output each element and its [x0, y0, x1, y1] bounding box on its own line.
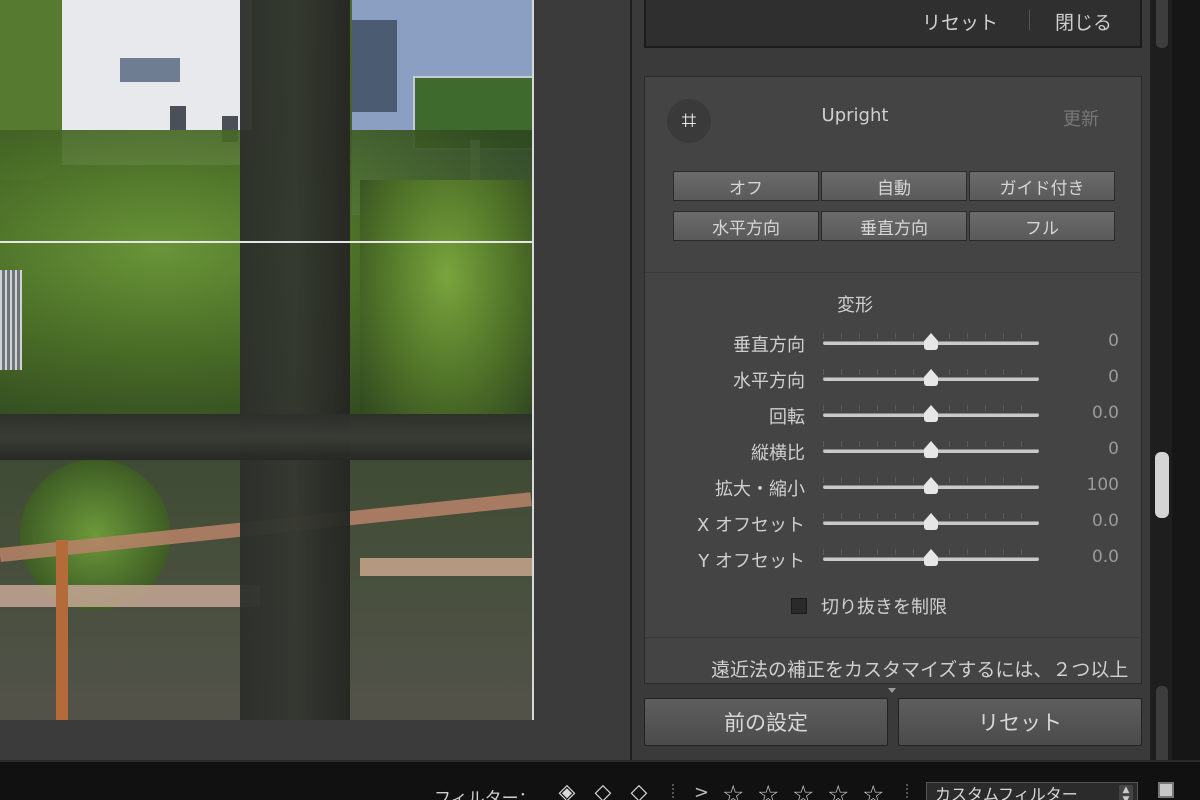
- chevron-down-icon[interactable]: [888, 688, 896, 693]
- scrollbar-track-segment: [1156, 0, 1168, 48]
- slider[interactable]: [823, 513, 1039, 531]
- star-icon[interactable]: ☆: [757, 780, 779, 800]
- window-edge: [1172, 0, 1200, 760]
- slider[interactable]: [823, 549, 1039, 567]
- slider-value[interactable]: 0: [1059, 439, 1119, 459]
- top-close-link[interactable]: 閉じる: [1055, 8, 1112, 35]
- slider-thumb[interactable]: [924, 333, 938, 351]
- upright-guided-button[interactable]: ガイド付き: [969, 171, 1115, 201]
- slider-label: 縦横比: [751, 443, 805, 464]
- crop-corner-handle[interactable]: [526, 712, 534, 720]
- transform-slider-row: Y オフセット 0.0: [645, 545, 1143, 572]
- scrollbar-track-segment: [1156, 686, 1168, 760]
- flag-pick-icon[interactable]: ◈: [556, 782, 578, 800]
- hint-text: 遠近法の補正をカスタマイズするには、２つ以上: [711, 659, 1129, 681]
- upright-title: Upright: [821, 105, 889, 126]
- constrain-crop-label: 切り抜きを制限: [821, 597, 947, 618]
- slider-label: 水平方向: [733, 371, 805, 392]
- update-button[interactable]: 更新: [1063, 105, 1099, 131]
- slider[interactable]: [823, 333, 1039, 351]
- transform-heading: 変形: [837, 295, 873, 316]
- filter-lock-icon[interactable]: [1158, 782, 1174, 798]
- slider-value[interactable]: 0.0: [1059, 403, 1119, 423]
- upright-mode-row-2: 水平方向 垂直方向 フル: [673, 211, 1115, 241]
- slider-label: 拡大・縮小: [715, 479, 805, 500]
- transform-slider-row: 回転 0.0: [645, 401, 1143, 428]
- transform-panel: ⌗ Upright 更新 オフ 自動 ガイド付き 水平方向 垂直方向 フル 変形…: [644, 76, 1143, 684]
- slider-thumb[interactable]: [924, 405, 938, 423]
- transform-slider-row: 垂直方向 0: [645, 329, 1143, 356]
- slider-thumb[interactable]: [924, 549, 938, 567]
- upright-mode-row-1: オフ 自動 ガイド付き: [673, 171, 1115, 201]
- constrain-crop-row[interactable]: 切り抜きを制限: [791, 595, 947, 618]
- divider: [906, 784, 908, 800]
- upright-auto-button[interactable]: 自動: [821, 171, 967, 201]
- crop-border: [0, 0, 534, 720]
- select-arrows-icon: ▲ ▼: [1119, 785, 1133, 800]
- rating-operator[interactable]: >: [694, 782, 709, 800]
- slider-value[interactable]: 0: [1059, 367, 1119, 387]
- custom-filter-value: カスタムフィルター: [935, 785, 1078, 800]
- filter-label: フィルター：: [434, 789, 536, 800]
- star-icon[interactable]: ☆: [722, 780, 744, 800]
- previous-settings-button[interactable]: 前の設定: [644, 698, 888, 746]
- star-icon[interactable]: ☆: [792, 780, 814, 800]
- transform-slider-row: 縦横比 0: [645, 437, 1143, 464]
- slider-thumb[interactable]: [924, 441, 938, 459]
- slider-label: 回転: [769, 407, 805, 428]
- slider-value[interactable]: 0.0: [1059, 547, 1119, 567]
- slider[interactable]: [823, 441, 1039, 459]
- slider-thumb[interactable]: [924, 513, 938, 531]
- constrain-crop-checkbox[interactable]: [791, 598, 807, 614]
- top-reset-link[interactable]: リセット: [922, 8, 998, 35]
- star-icon[interactable]: ☆: [827, 780, 849, 800]
- custom-filter-select[interactable]: カスタムフィルター ▲ ▼: [926, 782, 1138, 800]
- upright-level-button[interactable]: 水平方向: [673, 211, 819, 241]
- slider-value[interactable]: 0: [1059, 331, 1119, 351]
- upright-full-button[interactable]: フル: [969, 211, 1115, 241]
- upright-off-button[interactable]: オフ: [673, 171, 819, 201]
- star-icon[interactable]: ☆: [862, 780, 884, 800]
- divider: [672, 784, 674, 800]
- slider-thumb[interactable]: [924, 369, 938, 387]
- scrollbar-thumb[interactable]: [1155, 452, 1169, 518]
- slider-label: Y オフセット: [698, 551, 805, 572]
- slider[interactable]: [823, 369, 1039, 387]
- transform-slider-row: 水平方向 0: [645, 365, 1143, 392]
- transform-slider-row: X オフセット 0.0: [645, 509, 1143, 536]
- photo-canvas[interactable]: [0, 0, 630, 760]
- divider: [1029, 10, 1030, 30]
- divider: [645, 272, 1143, 273]
- reset-button[interactable]: リセット: [898, 698, 1142, 746]
- flag-unpick-icon[interactable]: ◇: [592, 782, 614, 800]
- slider-label: 垂直方向: [733, 335, 805, 356]
- slider[interactable]: [823, 477, 1039, 495]
- upright-vertical-button[interactable]: 垂直方向: [821, 211, 967, 241]
- slider-label: X オフセット: [696, 515, 805, 536]
- slider-thumb[interactable]: [924, 477, 938, 495]
- photo-image[interactable]: [0, 0, 534, 720]
- divider: [645, 637, 1143, 638]
- develop-right-panel: リセット 閉じる ⌗ Upright 更新 オフ 自動 ガイド付き 水平方向 垂…: [630, 0, 1150, 760]
- flag-reject-icon[interactable]: ◇: [628, 782, 650, 800]
- transform-slider-row: 拡大・縮小 100: [645, 473, 1143, 500]
- slider[interactable]: [823, 405, 1039, 423]
- slider-value[interactable]: 0.0: [1059, 511, 1119, 531]
- slider-value[interactable]: 100: [1059, 475, 1119, 495]
- previous-panel-footer: リセット 閉じる: [644, 0, 1142, 48]
- panel-scrollbar[interactable]: [1150, 0, 1172, 760]
- filmstrip-filter-bar: フィルター： ◈ ◇ ◇ > カスタムフィルター ▲ ▼ ☆ ☆ ☆ ☆ ☆: [0, 760, 1200, 800]
